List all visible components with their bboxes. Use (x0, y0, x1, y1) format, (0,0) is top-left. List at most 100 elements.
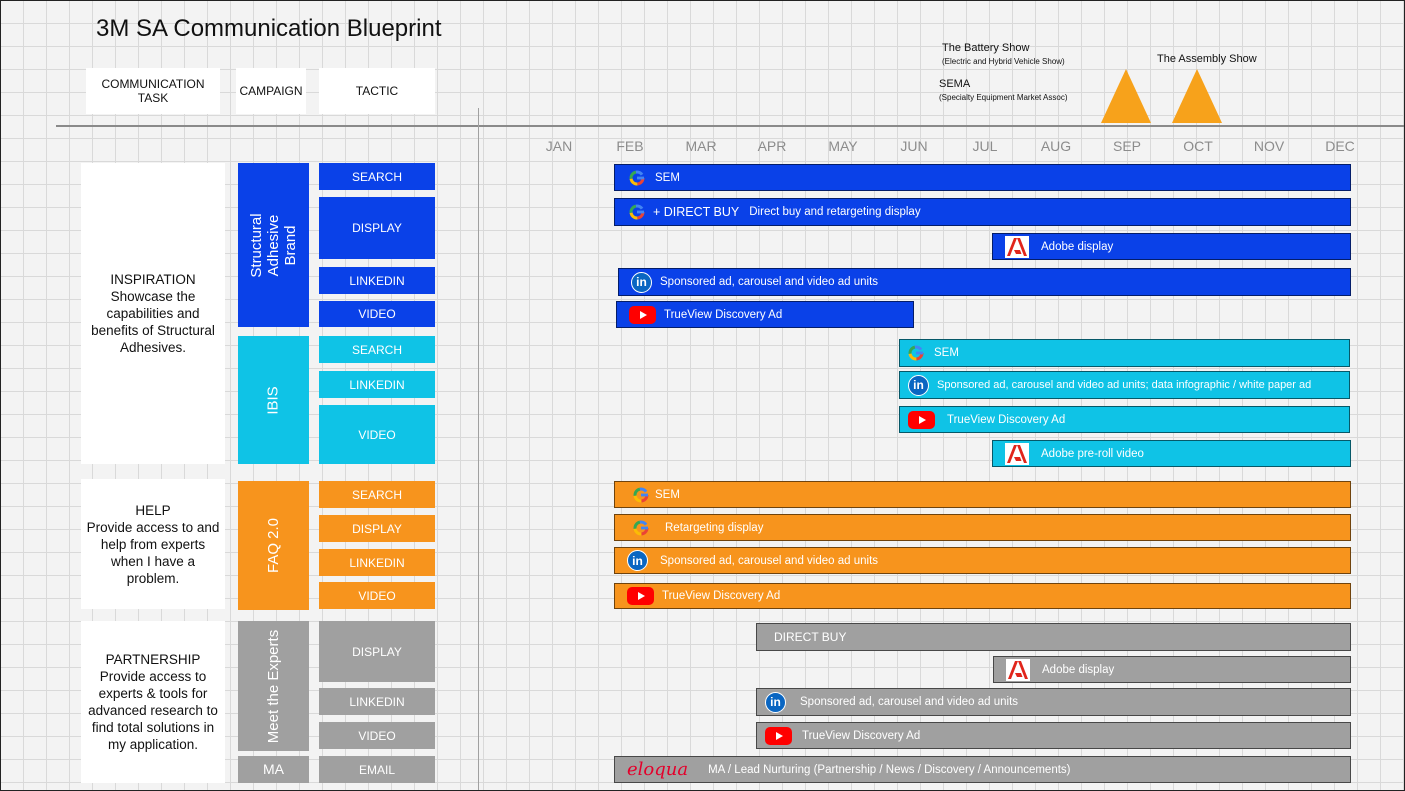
campaign-label: FAQ 2.0 (265, 517, 282, 574)
linkedin-icon: in (627, 550, 648, 571)
header-campaign-label: CAMPAIGN (239, 84, 303, 98)
google-icon (627, 168, 647, 188)
timeline-bar-trueview: TrueView Discovery Ad (756, 722, 1351, 749)
tactic-email: EMAIL (319, 756, 435, 783)
month-label: JUN (900, 138, 928, 154)
task-inspiration-text: INSPIRATION Showcase the capabilities an… (91, 272, 215, 355)
linkedin-icon: in (631, 271, 652, 293)
month-label: APR (757, 138, 787, 154)
google-icon (906, 343, 926, 363)
timeline-bar-linkedin: in Sponsored ad, carousel and video ad u… (756, 688, 1351, 716)
campaign-structural-adhesive-brand: Structural Adhesive Brand (238, 163, 309, 327)
month-label: MAR (685, 138, 717, 154)
bar-label: Direct buy and retargeting display (749, 206, 921, 218)
tactic-video: VIDEO (319, 301, 435, 327)
timeline-bar-trueview: TrueView Discovery Ad (616, 301, 914, 328)
timeline-bar-trueview: TrueView Discovery Ad (899, 406, 1350, 433)
event-marker-oct (1172, 69, 1222, 123)
month-label: NOV (1253, 138, 1285, 154)
event-sema-subtitle: (Specialty Equipment Market Assoc) (939, 93, 1068, 102)
bar-label: TrueView Discovery Ad (947, 413, 1066, 426)
header-task-label: COMMUNICATION TASK (101, 77, 205, 105)
task-help-text: HELP Provide access to and help from exp… (86, 502, 220, 586)
month-label: MAY (828, 138, 858, 154)
event-marker-sep (1101, 69, 1151, 123)
timeline-bar-sem: SEM (899, 339, 1350, 367)
bar-label: SEM (934, 347, 959, 359)
campaign-ibis: IBIS (238, 336, 309, 464)
month-label: FEB (616, 138, 644, 154)
timeline-bar-adobe-preroll: Adobe pre-roll video (992, 440, 1351, 467)
campaign-label: Structural Adhesive Brand (248, 212, 299, 278)
timeline-bar-direct-buy: DIRECT BUY (756, 623, 1351, 651)
campaign-label: IBIS (264, 385, 282, 415)
timeline-bar-trueview: TrueView Discovery Ad (614, 583, 1351, 609)
bar-label: Sponsored ad, carousel and video ad unit… (660, 276, 879, 288)
timeline-bar-linkedin: in Sponsored ad, carousel and video ad u… (618, 268, 1351, 296)
month-label: DEC (1325, 138, 1355, 154)
eloqua-logo-icon: eloqua (627, 759, 689, 780)
linkedin-icon: in (908, 374, 929, 396)
tactic-display: DISPLAY (319, 621, 435, 682)
tactic-display: DISPLAY (319, 197, 435, 259)
youtube-icon (765, 726, 792, 745)
tactic-linkedin: LINKEDIN (319, 549, 435, 576)
bar-label: DIRECT BUY (774, 630, 847, 644)
event-battery-show-subtitle: (Electric and Hybrid Vehicle Show) (942, 57, 1065, 66)
timeline-divider (56, 125, 1405, 127)
tactic-search: SEARCH (319, 481, 435, 508)
task-partnership-text: PARTNERSHIP Provide access to experts & … (88, 652, 218, 752)
bar-label: TrueView Discovery Ad (802, 729, 921, 742)
campaign-label: MA (263, 761, 284, 777)
timeline-bar-adobe-display: Adobe display (993, 656, 1351, 683)
google-icon (631, 518, 651, 538)
tactic-video: VIDEO (319, 405, 435, 464)
month-label: AUG (1040, 138, 1072, 154)
timeline-bar-sem: SEM (614, 481, 1351, 508)
bar-label: TrueView Discovery Ad (664, 308, 783, 321)
month-label: SEP (1112, 138, 1141, 154)
bar-label-prefix: + DIRECT BUY (653, 205, 740, 219)
bar-label: Sponsored ad, carousel and video ad unit… (800, 696, 1019, 708)
campaign-faq: FAQ 2.0 (238, 481, 309, 610)
timeline-bar-sem: SEM (614, 164, 1351, 191)
timeline-bar-lead-nurturing: eloqua MA / Lead Nurturing (Partnership … (614, 756, 1351, 783)
timeline-bar-retargeting: Retargeting display (614, 514, 1351, 541)
tactic-video: VIDEO (319, 722, 435, 749)
bar-label: Adobe display (1042, 663, 1115, 676)
bar-label: TrueView Discovery Ad (662, 590, 781, 602)
task-inspiration: INSPIRATION Showcase the capabilities an… (81, 163, 225, 464)
bar-label: Adobe display (1041, 240, 1114, 253)
header-tactic: TACTIC (319, 68, 435, 114)
tactic-linkedin: LINKEDIN (319, 267, 435, 294)
timeline-bar-direct-buy: + DIRECT BUY Direct buy and retargeting … (614, 198, 1351, 226)
bar-label: MA / Lead Nurturing (Partnership / News … (708, 763, 1071, 776)
page-title: 3M SA Communication Blueprint (96, 15, 442, 42)
bar-label: SEM (655, 488, 680, 501)
bar-label: Adobe pre-roll video (1041, 447, 1144, 460)
header-campaign: CAMPAIGN (236, 68, 306, 114)
tactic-linkedin: LINKEDIN (319, 371, 435, 398)
month-label: JUL (972, 138, 998, 154)
adobe-icon (1005, 235, 1029, 258)
month-label: JAN (545, 138, 573, 154)
tactic-search: SEARCH (319, 336, 435, 363)
task-help: HELP Provide access to and help from exp… (81, 479, 225, 609)
campaign-label: Meet the Experts (265, 629, 283, 743)
task-partnership: PARTNERSHIP Provide access to experts & … (81, 621, 225, 783)
youtube-icon (908, 410, 935, 429)
google-icon (631, 485, 651, 505)
timeline-bar-linkedin: in Sponsored ad, carousel and video ad u… (614, 547, 1351, 574)
linkedin-icon: in (765, 691, 786, 713)
bar-label: Sponsored ad, carousel and video ad unit… (660, 554, 879, 567)
youtube-icon (627, 587, 654, 605)
adobe-icon (1005, 442, 1029, 465)
campaign-meet-the-experts: Meet the Experts (238, 621, 309, 751)
bar-label: Sponsored ad, carousel and video ad unit… (937, 379, 1312, 391)
timeline-bar-linkedin: in Sponsored ad, carousel and video ad u… (899, 371, 1350, 399)
header-communication-task: COMMUNICATION TASK (86, 68, 220, 114)
tactic-display: DISPLAY (319, 515, 435, 542)
bar-label: Retargeting display (665, 521, 764, 534)
campaign-ma: MA (238, 756, 309, 783)
event-assembly-show: The Assembly Show (1157, 53, 1257, 65)
